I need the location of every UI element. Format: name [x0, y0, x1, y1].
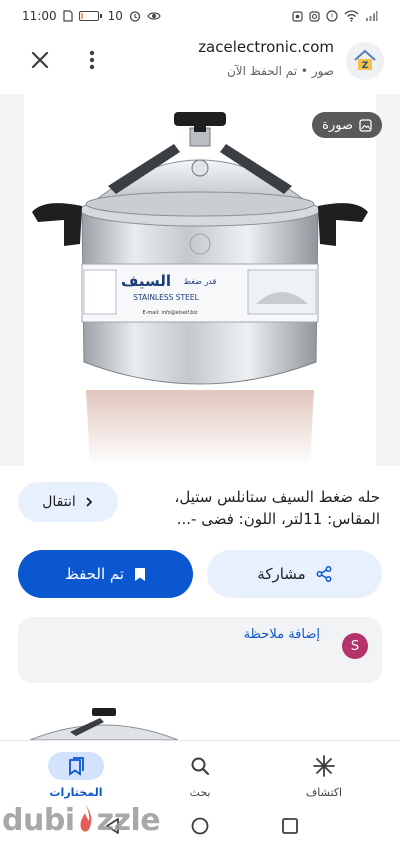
bookmark-icon — [135, 567, 146, 581]
collections-icon — [69, 756, 84, 776]
avatar: S — [342, 633, 368, 659]
system-home-button[interactable] — [186, 814, 214, 838]
battery-percent: 10 — [107, 9, 123, 23]
home-circle-icon — [191, 817, 209, 835]
search-icon — [191, 757, 210, 775]
site-subtitle: صور • تم الحفظ الآن — [226, 64, 334, 78]
image-chip-label: صورة — [322, 117, 353, 133]
status-bar: 11:00 10 ! — [0, 0, 400, 32]
product-image-area[interactable]: السيف قدر ضغط STAINLESS STEEL E-mail: in… — [0, 94, 400, 466]
next-item-peek[interactable] — [0, 702, 400, 742]
eye-icon — [147, 11, 161, 21]
watermark-text-end: zzle — [96, 802, 161, 838]
site-info[interactable]: zacelectronic.com صور • تم الحفظ الآن — [198, 38, 334, 78]
alarm-icon — [129, 10, 141, 22]
status-left: 11:00 10 — [22, 9, 161, 23]
nav-label-discover: اكتشاف — [305, 785, 343, 799]
note-card: S إضافة ملاحظة — [18, 617, 382, 683]
more-options-button[interactable] — [80, 46, 104, 74]
discover-icon — [313, 754, 335, 777]
flame-logo-icon — [80, 805, 92, 832]
sim-icon — [62, 10, 73, 22]
header: zacelectronic.com صور • تم الحفظ الآن Z — [0, 32, 400, 94]
site-logo: Z — [346, 42, 384, 80]
label-sub: قدر ضغط — [184, 277, 217, 286]
chevron-right-icon — [86, 497, 93, 507]
dubizzle-watermark: dubi zzle dubizzle — [2, 796, 161, 844]
share-button[interactable]: مشاركة — [207, 550, 382, 598]
saved-label: تم الحفظ — [64, 565, 125, 583]
notification-icon: ! — [326, 10, 338, 22]
label-line: STAINLESS STEEL — [133, 293, 199, 302]
signal-icon — [365, 10, 378, 22]
label-small: E-mail: info@elseif.biz — [142, 310, 197, 316]
label-brand: السيف — [121, 272, 171, 290]
svg-text:Z: Z — [362, 61, 369, 71]
product-title[interactable]: حله ضغط السيف ستانلس ستيل، المقاس: 11لتر… — [130, 486, 381, 530]
status-right: ! — [292, 10, 378, 22]
instagram-icon — [309, 10, 320, 22]
system-recents-button[interactable] — [276, 814, 304, 838]
next-item-image — [24, 702, 376, 742]
nav-pill — [296, 752, 352, 780]
product-image[interactable]: السيف قدر ضغط STAINLESS STEEL E-mail: in… — [24, 94, 376, 466]
pressure-cooker-image: السيف قدر ضغط STAINLESS STEEL E-mail: in… — [32, 112, 368, 466]
share-label: مشاركة — [257, 565, 306, 583]
watermark-text-start: dubi — [2, 802, 75, 838]
nav-label-search: بحث — [189, 785, 211, 799]
more-vert-icon — [89, 50, 95, 70]
wifi-icon — [344, 10, 359, 22]
nav-pill — [48, 751, 104, 780]
image-type-chip: صورة — [312, 112, 382, 138]
visit-button[interactable]: انتقال — [18, 482, 118, 522]
battery-icon — [78, 11, 102, 21]
site-name: zacelectronic.com — [198, 38, 334, 56]
recents-square-icon — [282, 818, 298, 834]
image-icon — [359, 118, 372, 132]
close-button[interactable] — [26, 46, 54, 74]
close-icon — [31, 51, 49, 69]
visit-label: انتقال — [42, 494, 76, 510]
screenshot-icon — [292, 10, 303, 22]
nav-pill — [172, 752, 228, 780]
share-icon — [316, 566, 332, 582]
nav-item-discover[interactable]: اكتشاف — [264, 741, 384, 809]
svg-text:!: ! — [331, 13, 334, 21]
status-time: 11:00 — [22, 9, 57, 23]
add-note-link[interactable]: إضافة ملاحظة — [244, 627, 320, 642]
saved-button[interactable]: تم الحفظ — [18, 550, 193, 598]
